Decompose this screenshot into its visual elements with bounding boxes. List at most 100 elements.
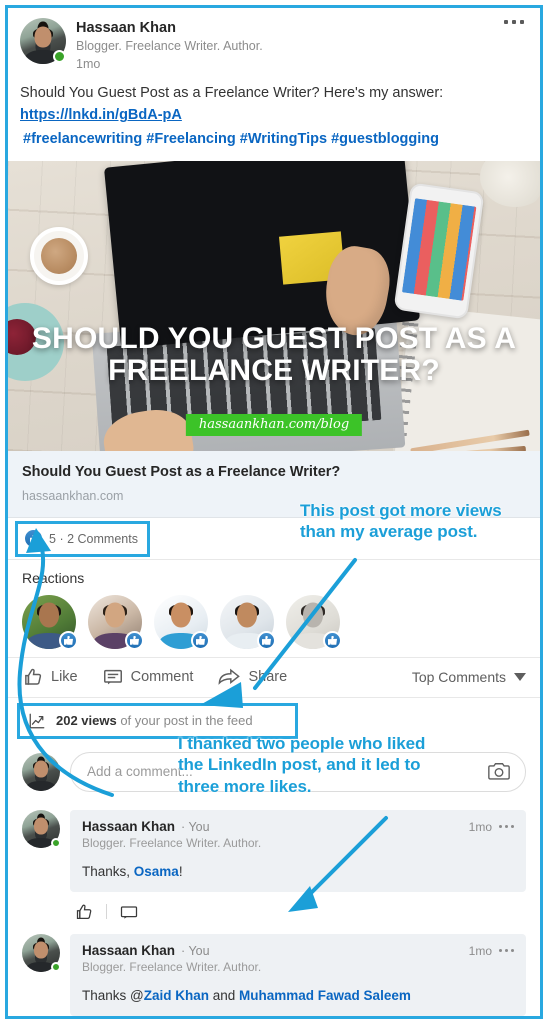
chevron-down-icon xyxy=(514,672,526,681)
comment-text-middle: ! xyxy=(178,863,183,879)
comment-avatar[interactable] xyxy=(22,933,61,972)
comment-bubble-icon xyxy=(103,669,122,685)
comment-content: Hassaan Khan · You 1mo Blogger. Freelanc… xyxy=(70,933,526,1016)
comment-options-icon[interactable] xyxy=(499,949,514,953)
thumbnail-site-badge: hassaankhan.com/blog xyxy=(185,413,363,436)
comment-item: Hassaan Khan · You 1mo Blogger. Freelanc… xyxy=(8,804,540,928)
annotation-note-comments-line-3: three more likes. xyxy=(178,776,312,796)
post-text: Should You Guest Post as a Freelance Wri… xyxy=(20,85,444,101)
comment-timestamp: 1mo xyxy=(468,943,492,958)
comment-item: Hassaan Khan · You 1mo Blogger. Freelanc… xyxy=(8,928,540,1016)
comment-text-middle: and xyxy=(209,987,240,1003)
comment-author-headline: Blogger. Freelance Writer. Author. xyxy=(82,959,262,974)
comment-header: Hassaan Khan · You 1mo xyxy=(82,943,514,958)
comment-text: Thanks @Zaid Khan and Muhammad Fawad Sal… xyxy=(82,987,514,1005)
reactions-section: Reactions xyxy=(8,560,540,657)
author-avatar[interactable] xyxy=(20,18,66,64)
comment-bubble: Hassaan Khan · You 1mo Blogger. Freelanc… xyxy=(70,809,526,892)
comment-text-prefix: Thanks @ xyxy=(82,987,144,1003)
comment-avatar[interactable] xyxy=(22,809,61,848)
comment-author-headline: Blogger. Freelance Writer. Author. xyxy=(82,835,262,850)
online-status-indicator xyxy=(51,837,61,848)
comment-meta: 1mo xyxy=(469,944,514,958)
comment-input-placeholder: Add a comment... xyxy=(87,764,193,780)
comment-reply-icon[interactable] xyxy=(119,902,139,922)
post-hashtags[interactable]: #freelancewriting #Freelancing #WritingT… xyxy=(20,128,528,151)
post-link[interactable]: https://lnkd.in/gBdA-pA xyxy=(20,104,528,127)
thumbnail-overlay-title: SHOULD YOU GUEST POST AS A FREELANCE WRI… xyxy=(8,323,540,387)
author-name[interactable]: Hassaan Khan xyxy=(76,19,263,37)
annotation-note-comments: I thanked two people who liked the Linke… xyxy=(178,733,498,797)
post-header: Hassaan Khan Blogger. Freelance Writer. … xyxy=(8,8,540,78)
comment-author-name[interactable]: Hassaan Khan xyxy=(82,819,175,834)
reactor-avatar-3[interactable] xyxy=(154,594,210,650)
reactions-label: Reactions xyxy=(22,569,85,586)
comment-author-you-badge: · You xyxy=(181,943,210,958)
post-views-count: 202 views xyxy=(56,713,117,729)
comment-content: Hassaan Khan · You 1mo Blogger. Freelanc… xyxy=(70,809,526,926)
comment-count[interactable]: 2 Comments xyxy=(67,532,138,546)
overlay-title-line-1: SHOULD YOU GUEST POST AS A xyxy=(31,321,517,355)
composer-avatar xyxy=(22,752,60,791)
comment-text-prefix: Thanks, xyxy=(82,863,134,879)
post-action-bar: Like Comment Share Top Comments xyxy=(8,656,540,698)
share-button-label: Share xyxy=(248,668,288,685)
comments-sort-dropdown[interactable]: Top Comments xyxy=(412,669,526,685)
comment-options-icon[interactable] xyxy=(499,825,514,829)
comments-sort-label: Top Comments xyxy=(411,668,506,685)
author-info: Hassaan Khan Blogger. Freelance Writer. … xyxy=(76,18,263,74)
counts-separator: · xyxy=(59,531,64,546)
comment-action-row xyxy=(70,892,526,926)
reaction-badge-like-4 xyxy=(257,630,276,650)
reaction-badge-like-1 xyxy=(59,630,78,650)
post-views-suffix: of your post in the feed xyxy=(116,713,253,729)
overlay-title-line-2: FREELANCE WRITER? xyxy=(108,353,440,387)
comment-action-divider xyxy=(106,904,107,920)
smartphone-screen xyxy=(401,198,477,301)
comment-author-you-badge: · You xyxy=(181,819,210,834)
share-button[interactable]: Share xyxy=(217,666,287,688)
comment-meta: 1mo xyxy=(469,820,514,834)
comment-mention-1[interactable]: Osama xyxy=(134,864,179,879)
reaction-badge-like-5 xyxy=(323,630,342,650)
like-button-label: Like xyxy=(51,668,78,685)
comment-mention-1[interactable]: Zaid Khan xyxy=(144,988,209,1003)
post-timestamp: 1mo xyxy=(76,57,101,72)
reactor-avatar-5[interactable] xyxy=(286,594,342,650)
reaction-count: 5 xyxy=(49,531,56,546)
link-preview-title: Should You Guest Post as a Freelance Wri… xyxy=(22,463,341,480)
social-counts-text[interactable]: 5 · 2 Comments xyxy=(49,532,138,546)
like-reaction-icon xyxy=(25,530,42,548)
annotation-note-views: This post got more views than my average… xyxy=(300,500,548,543)
reactor-avatar-4[interactable] xyxy=(220,594,276,650)
comment-timestamp: 1mo xyxy=(468,819,492,834)
reactor-avatar-row xyxy=(22,594,526,650)
comment-header: Hassaan Khan · You 1mo xyxy=(82,819,514,834)
annotation-note-views-line-2: than my average post. xyxy=(300,522,478,542)
article-thumbnail[interactable]: SHOULD YOU GUEST POST AS A FREELANCE WRI… xyxy=(8,160,540,451)
reactor-avatar-1[interactable] xyxy=(22,594,78,650)
online-status-indicator xyxy=(51,961,61,972)
thumbs-up-icon xyxy=(25,668,42,685)
composer-avatar-image xyxy=(22,752,60,791)
annotation-note-views-line-1: This post got more views xyxy=(300,501,502,520)
social-counts-highlight-box[interactable]: 5 · 2 Comments xyxy=(15,520,150,557)
comment-bubble: Hassaan Khan · You 1mo Blogger. Freelanc… xyxy=(70,933,526,1016)
comment-button[interactable]: Comment xyxy=(102,666,194,688)
online-status-indicator xyxy=(53,50,66,63)
author-headline: Blogger. Freelance Writer. Author. xyxy=(76,39,263,54)
like-button[interactable]: Like xyxy=(22,666,78,688)
comment-like-icon[interactable] xyxy=(74,902,94,922)
post-options-menu-icon[interactable] xyxy=(504,20,524,24)
post-views-text: 202 views of your post in the feed xyxy=(56,713,253,728)
share-arrow-icon xyxy=(218,668,241,685)
avatar-face xyxy=(34,26,52,48)
screenshot-root: Hassaan Khan Blogger. Freelance Writer. … xyxy=(0,0,548,1024)
comment-text: Thanks, Osama! xyxy=(82,863,514,881)
comment-button-label: Comment xyxy=(130,668,194,685)
analytics-chart-icon xyxy=(28,712,46,730)
comment-author-name[interactable]: Hassaan Khan xyxy=(82,943,175,958)
coffee-surface xyxy=(41,237,77,274)
comment-mention-2[interactable]: Muhammad Fawad Saleem xyxy=(239,988,411,1003)
reactor-avatar-2[interactable] xyxy=(88,594,144,650)
